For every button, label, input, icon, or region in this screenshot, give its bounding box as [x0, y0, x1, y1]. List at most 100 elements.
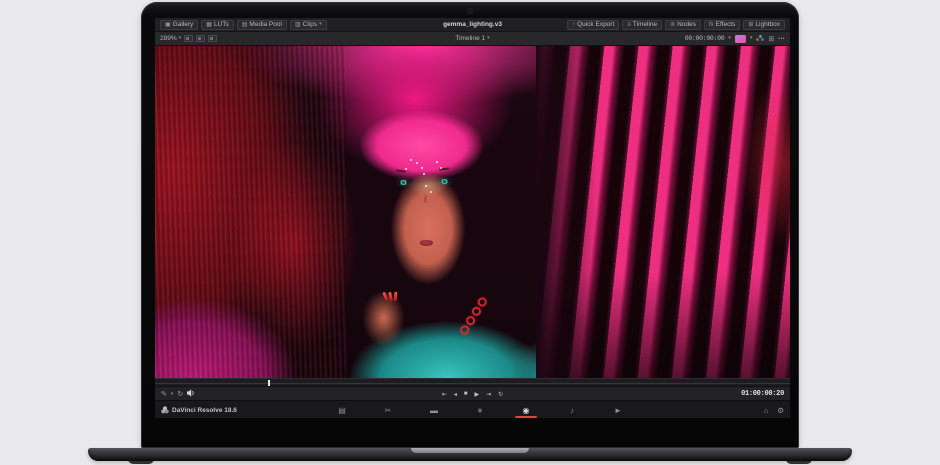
timeline-scrub-bar[interactable]: [155, 378, 790, 386]
gallery-label: Gallery: [173, 21, 194, 28]
clip-thumbnail-icon[interactable]: [735, 35, 746, 43]
skip-to-start-button[interactable]: ⇤: [442, 391, 447, 398]
davinci-resolve-window: ▣ Gallery ▦ LUTs ▤ Media Pool ▥ Clips ▾ …: [155, 18, 790, 418]
luts-icon: ▦: [206, 21, 212, 28]
stop-button[interactable]: ■: [464, 391, 468, 397]
tab-deliver[interactable]: ►: [611, 401, 625, 418]
transport-bar: ✎ ▾ ↻ ⇤ ◂ ■ ▶ ⇥ ↻ 01:00:00:20: [155, 386, 790, 400]
edit-page-icon: ▬: [430, 406, 438, 415]
macbook-pro-scene: ▣ Gallery ▦ LUTs ▤ Media Pool ▥ Clips ▾ …: [0, 0, 940, 465]
project-title: gemma_lighting.v3: [443, 21, 502, 28]
app-brand: DaVinci Resolve 18.6: [161, 401, 237, 418]
tab-cut[interactable]: ✂: [381, 401, 395, 418]
lightbox-button[interactable]: ⊞ Lightbox: [743, 20, 785, 30]
play-button[interactable]: ▶: [474, 391, 479, 398]
background-fur-texture: [155, 46, 346, 378]
clips-icon: ▥: [295, 21, 301, 28]
color-page-icon: ◉: [523, 406, 530, 415]
media-pool-label: Media Pool: [249, 21, 282, 28]
step-back-button[interactable]: ◂: [454, 391, 457, 398]
top-toolbar: ▣ Gallery ▦ LUTs ▤ Media Pool ▥ Clips ▾ …: [155, 18, 790, 32]
deliver-page-icon: ►: [614, 406, 622, 415]
tab-edit[interactable]: ▬: [427, 401, 441, 418]
page-tabs: ▤ ✂ ▬ ∗ ◉ ♪ ►: [335, 401, 625, 418]
speaker-icon: [187, 389, 196, 397]
skip-to-end-button[interactable]: ⇥: [486, 391, 491, 398]
tab-fairlight[interactable]: ♪: [565, 401, 579, 418]
effects-icon: fx: [709, 22, 714, 28]
cut-page-icon: ✂: [385, 406, 392, 415]
laptop-base: [88, 448, 852, 461]
viewer-zoom-select[interactable]: 289% ▾: [160, 35, 181, 42]
timeline-label: Timeline: [633, 21, 657, 28]
subject-lips: [420, 240, 433, 246]
viewer-tools: ✎ ▾ ↻: [161, 387, 196, 401]
lightbox-label: Lightbox: [755, 21, 780, 28]
subject-eyebrow: [439, 168, 449, 171]
annotation-pen-button[interactable]: ✎: [161, 390, 167, 398]
subject-nose-shadow: [424, 190, 427, 203]
background-fur-stripes: [536, 46, 790, 378]
media-pool-icon: ▤: [242, 21, 248, 28]
loop-toggle-button[interactable]: ↻: [177, 390, 183, 398]
timeline-button[interactable]: ≡ Timeline: [622, 20, 662, 30]
color-management-icon[interactable]: [756, 35, 764, 43]
tab-fusion[interactable]: ∗: [473, 401, 487, 418]
chevron-down-icon: ▾: [179, 36, 182, 41]
system-buttons: ⌂ ⚙: [764, 401, 784, 418]
page-navigation-bar: DaVinci Resolve 18.6 ▤ ✂ ▬ ∗ ◉: [155, 400, 790, 418]
chevron-down-icon: ▾: [171, 392, 174, 397]
source-timecode: 00:00:00:00: [685, 35, 725, 42]
davinci-resolve-logo-icon: [161, 406, 169, 414]
chevron-down-icon: ▾: [319, 22, 322, 27]
settings-button[interactable]: ⚙: [777, 406, 784, 415]
effects-button[interactable]: fx Effects: [704, 20, 740, 30]
quick-export-button[interactable]: ↑ Quick Export: [567, 20, 619, 30]
app-version-label: DaVinci Resolve 18.6: [172, 407, 237, 414]
viewer-toolbar-right: 00:00:00:00 ▾ ▾ ⊞ •••: [685, 35, 785, 43]
media-pool-button[interactable]: ▤ Media Pool: [237, 20, 287, 30]
lid-thumb-scoop: [411, 448, 529, 453]
subject-nails: [384, 292, 397, 301]
clips-label: Clips: [303, 21, 317, 28]
audio-mute-button[interactable]: [187, 389, 196, 399]
gallery-button[interactable]: ▣ Gallery: [160, 20, 198, 30]
grid-view-icon[interactable]: ⊞: [768, 35, 774, 43]
viewer-image[interactable]: [155, 46, 790, 378]
viewer-zoom-value: 289%: [160, 35, 177, 42]
more-options-button[interactable]: •••: [778, 36, 785, 42]
record-timecode: 01:00:00:20: [741, 387, 784, 401]
toolbar-right-group: ↑ Quick Export ≡ Timeline ⊚ Nodes fx Eff…: [567, 20, 785, 30]
quick-export-label: Quick Export: [577, 21, 614, 28]
face-pearls: [410, 159, 412, 161]
tab-media[interactable]: ▤: [335, 401, 349, 418]
timeline-selector-label: Timeline 1: [455, 35, 485, 42]
viewer-mode-button-2[interactable]: [196, 35, 205, 42]
timeline-icon: ≡: [627, 22, 631, 28]
fairlight-page-icon: ♪: [570, 406, 574, 415]
effects-label: Effects: [716, 21, 736, 28]
fusion-page-icon: ∗: [477, 406, 484, 415]
quick-export-icon: ↑: [572, 22, 575, 28]
gallery-icon: ▣: [165, 21, 171, 28]
chevron-down-icon: ▾: [728, 36, 731, 41]
loop-playback-button[interactable]: ↻: [498, 391, 503, 398]
active-page-underline: [515, 416, 537, 418]
media-page-icon: ▤: [338, 406, 346, 415]
viewer-toolbar: 289% ▾ Timeline 1 ▾ 00:00:00:00 ▾ ▾ ⊞ ••…: [155, 32, 790, 46]
home-button[interactable]: ⌂: [764, 406, 769, 415]
viewer-mode-button-3[interactable]: [208, 35, 217, 42]
tab-color[interactable]: ◉: [519, 401, 533, 418]
viewer-mode-button-1[interactable]: [184, 35, 193, 42]
transport-controls: ⇤ ◂ ■ ▶ ⇥ ↻: [442, 387, 503, 401]
nodes-label: Nodes: [677, 21, 696, 28]
timeline-selector[interactable]: Timeline 1 ▾: [455, 35, 489, 42]
lightbox-icon: ⊞: [748, 21, 753, 28]
nodes-button[interactable]: ⊚ Nodes: [665, 20, 701, 30]
chevron-down-icon: ▾: [487, 36, 490, 41]
luts-button[interactable]: ▦ LUTs: [201, 20, 233, 30]
clips-button[interactable]: ▥ Clips ▾: [290, 20, 327, 30]
toolbar-left-group: ▣ Gallery ▦ LUTs ▤ Media Pool ▥ Clips ▾: [160, 20, 327, 30]
luts-label: LUTs: [214, 21, 229, 28]
webcam-icon: [468, 9, 472, 13]
